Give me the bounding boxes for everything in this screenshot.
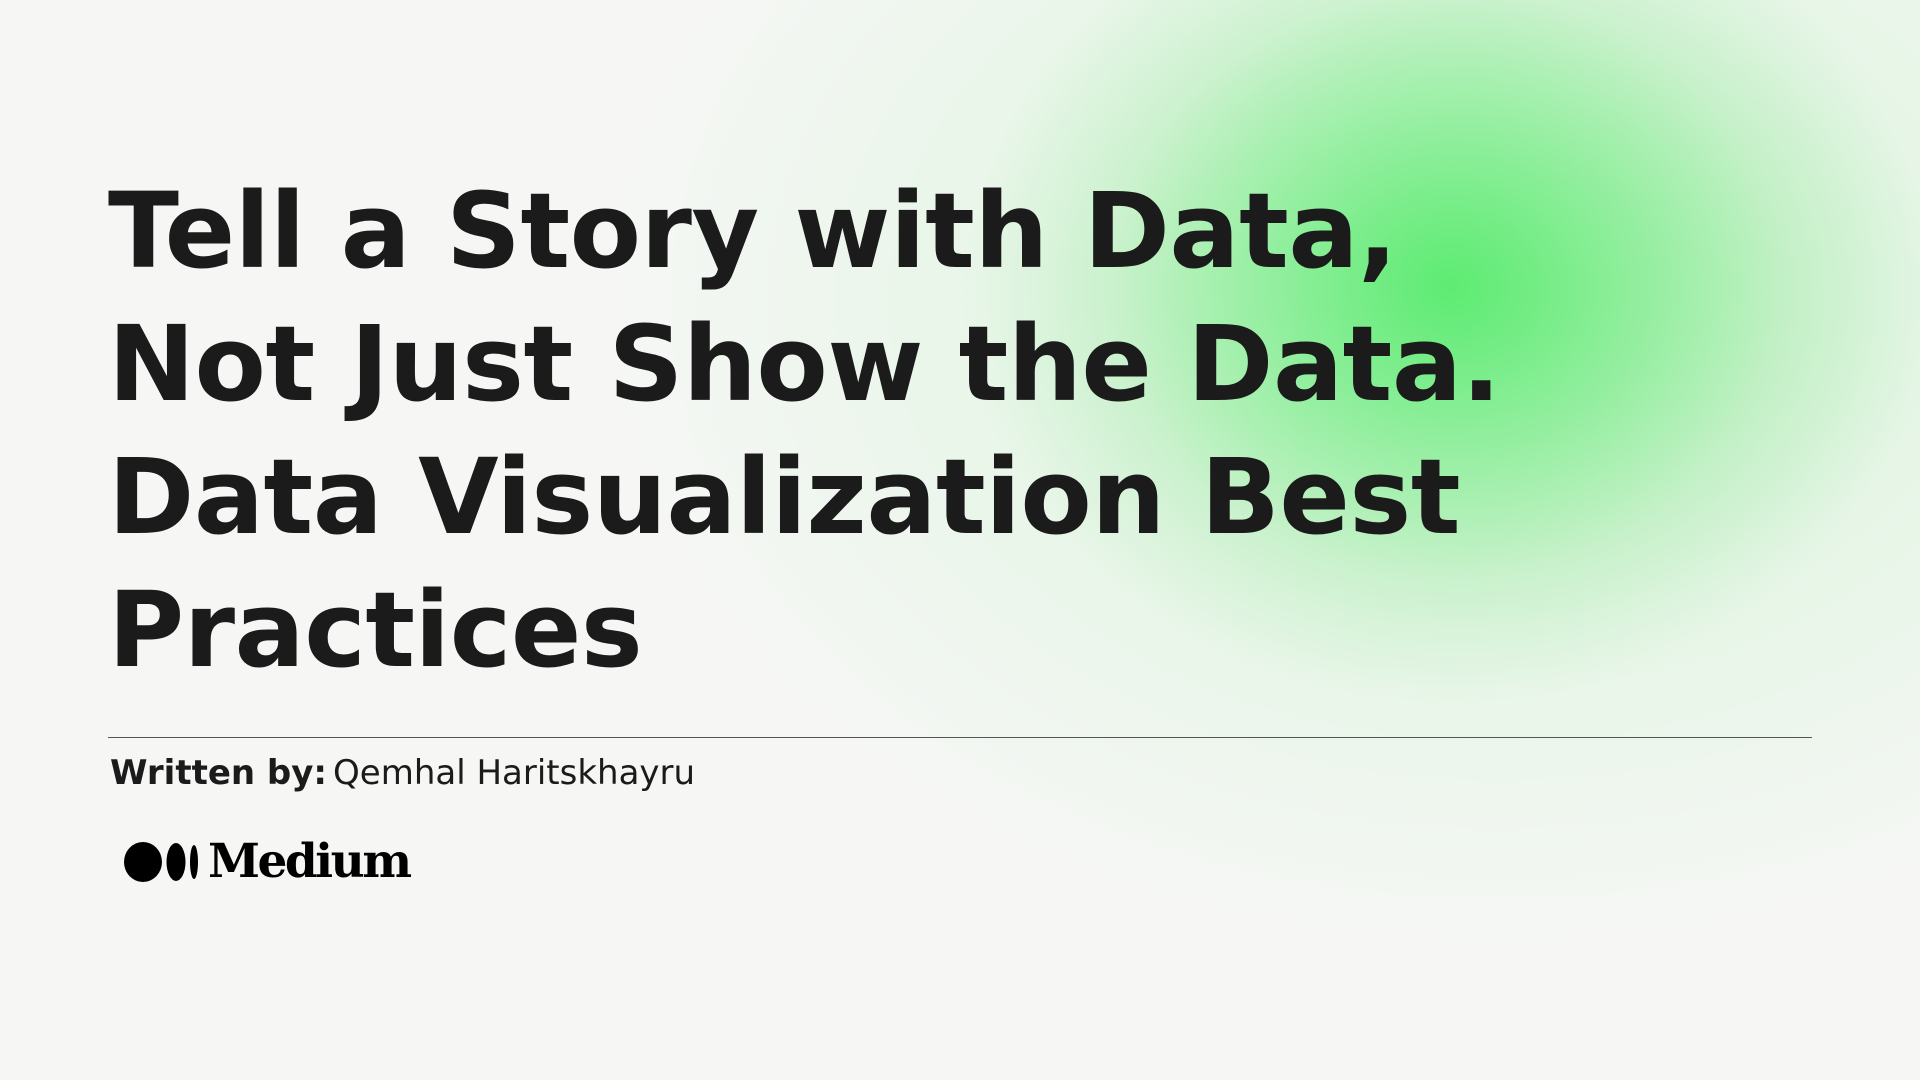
title-line-2: Not Just Show the Data. — [108, 303, 1501, 425]
medium-brand: Medium — [124, 832, 412, 892]
byline: Written by: Qemhal Haritskhayru — [110, 749, 695, 797]
medium-wordmark: Medium — [208, 834, 412, 889]
title-line-4: Practices — [108, 569, 643, 691]
article-title: Tell a Story with Data, Not Just Show th… — [108, 165, 1708, 697]
author-name: Qemhal Haritskhayru — [333, 753, 696, 793]
divider — [108, 737, 1812, 738]
medium-logo-icon — [124, 842, 198, 882]
title-line-1: Tell a Story with Data, — [108, 170, 1398, 292]
byline-label: Written by: — [110, 753, 328, 793]
title-line-3: Data Visualization Best — [108, 436, 1461, 558]
